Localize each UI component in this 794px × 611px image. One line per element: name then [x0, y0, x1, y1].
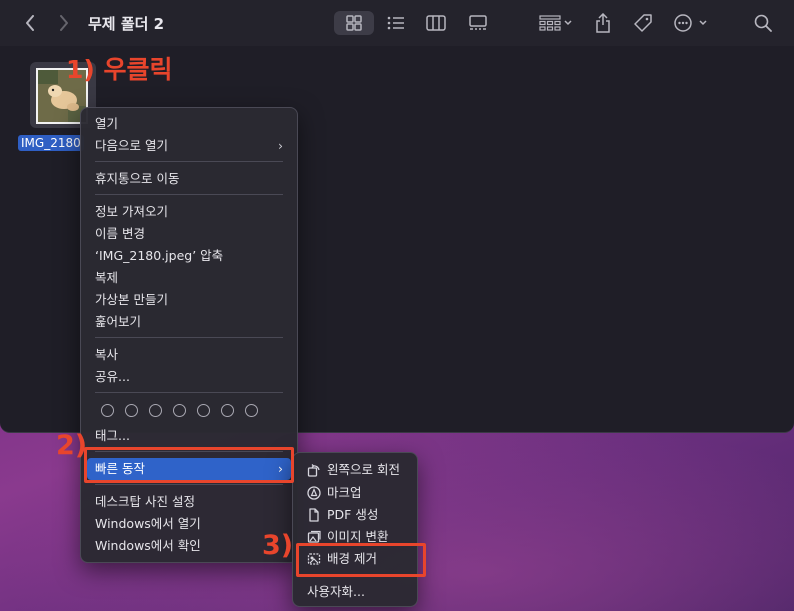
search-icon	[754, 14, 772, 32]
menu-item-open[interactable]: 열기	[87, 113, 291, 135]
share-icon	[596, 13, 610, 33]
tag-color-circle[interactable]	[197, 404, 210, 417]
column-view-button[interactable]	[424, 11, 448, 35]
search-button[interactable]	[752, 11, 774, 35]
menu-item-copy[interactable]: 복사	[87, 344, 291, 366]
tag-button[interactable]	[632, 11, 654, 35]
rotate-left-icon	[307, 464, 320, 477]
menu-item-open-in-windows[interactable]: Windows에서 열기	[87, 513, 291, 535]
menu-item-set-desktop-picture[interactable]: 데스크탑 사진 설정	[87, 491, 291, 513]
ellipsis-circle-icon	[674, 14, 707, 32]
menu-item-duplicate[interactable]: 복제	[87, 267, 291, 289]
annotation-step-1: 1) 우클릭	[66, 55, 173, 84]
quick-actions-submenu: 왼쪽으로 회전 마크업 PDF 생성 이미지 변환 배경 제거 사용자화...	[292, 452, 418, 607]
grid-icon	[346, 15, 362, 31]
menu-item-make-alias[interactable]: 가상본 만들기	[87, 289, 291, 311]
menu-separator	[95, 161, 283, 162]
tag-color-circle[interactable]	[125, 404, 138, 417]
menu-item-markup[interactable]: 마크업	[299, 482, 411, 504]
menu-item-tags[interactable]: 태그...	[87, 425, 291, 447]
file-name-label[interactable]: IMG_2180	[18, 135, 84, 151]
annotation-step-3: 3)	[262, 530, 294, 561]
tag-color-circle[interactable]	[173, 404, 186, 417]
menu-item-open-with[interactable]: 다음으로 열기 ›	[87, 135, 291, 157]
gallery-view-button[interactable]	[466, 11, 490, 35]
tag-color-circle[interactable]	[221, 404, 234, 417]
tag-color-row	[101, 404, 258, 417]
menu-item-rename[interactable]: 이름 변경	[87, 223, 291, 245]
markup-pen-icon	[307, 486, 321, 500]
menu-separator	[95, 392, 283, 393]
menu-separator	[95, 484, 283, 485]
gallery-icon	[469, 15, 487, 30]
more-actions-button[interactable]	[672, 11, 712, 35]
menu-item-rotate-left[interactable]: 왼쪽으로 회전	[299, 459, 411, 481]
photo-convert-icon	[307, 530, 321, 543]
group-grid-icon	[539, 15, 572, 31]
menu-item-move-to-trash[interactable]: 휴지통으로 이동	[87, 168, 291, 190]
window-title: 무제 폴더 2	[88, 15, 165, 33]
list-view-button[interactable]	[384, 11, 408, 35]
tag-icon	[634, 14, 652, 32]
menu-item-customize[interactable]: 사용자화...	[299, 581, 411, 603]
chevron-right-icon	[60, 15, 68, 31]
list-icon	[387, 16, 404, 30]
menu-item-show-in-windows[interactable]: Windows에서 확인	[87, 535, 291, 557]
menu-item-quick-look[interactable]: 훑어보기	[87, 311, 291, 333]
group-by-button[interactable]	[536, 11, 576, 35]
menu-item-compress[interactable]: ‘IMG_2180.jpeg’ 압축	[87, 245, 291, 267]
tag-color-circle[interactable]	[101, 404, 114, 417]
context-menu: 열기 다음으로 열기 › 휴지통으로 이동 정보 가져오기 이름 변경 ‘IMG_…	[80, 107, 298, 563]
highlight-box-remove-background	[296, 543, 426, 577]
chevron-right-icon: ›	[278, 138, 283, 153]
share-button[interactable]	[592, 11, 614, 35]
tag-color-circle[interactable]	[245, 404, 258, 417]
finder-toolbar: 무제 폴더 2	[0, 0, 794, 46]
document-icon	[309, 508, 319, 522]
forward-button[interactable]	[54, 11, 74, 35]
menu-separator	[95, 337, 283, 338]
icon-view-button[interactable]	[334, 11, 374, 35]
chevron-left-icon	[26, 15, 34, 31]
tag-color-circle[interactable]	[149, 404, 162, 417]
menu-item-share[interactable]: 공유...	[87, 366, 291, 388]
menu-item-create-pdf[interactable]: PDF 생성	[299, 504, 411, 526]
back-button[interactable]	[20, 11, 40, 35]
annotation-step-2: 2)	[56, 430, 88, 461]
menu-item-get-info[interactable]: 정보 가져오기	[87, 201, 291, 223]
menu-separator	[95, 194, 283, 195]
highlight-box-quick-actions	[84, 447, 294, 483]
columns-icon	[426, 15, 446, 31]
